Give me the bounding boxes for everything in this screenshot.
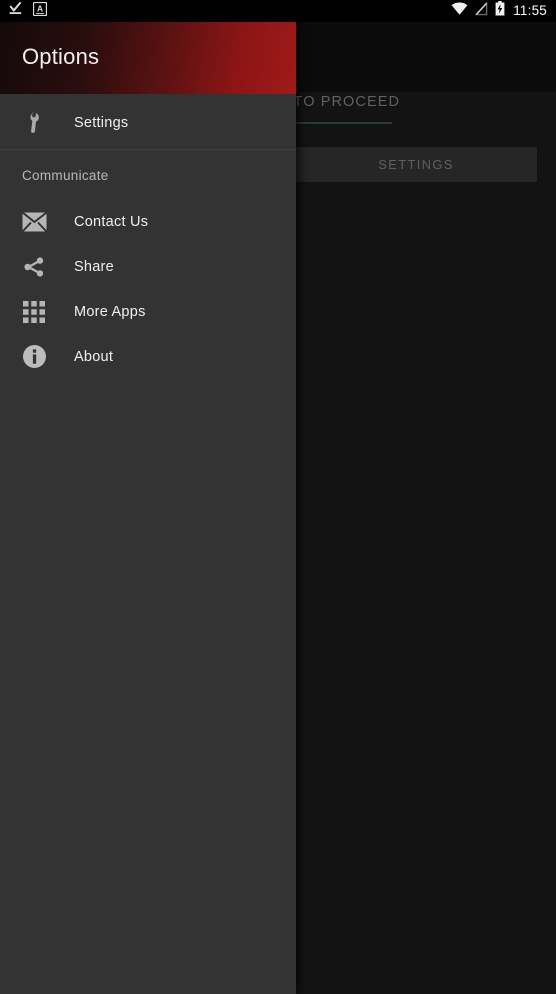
drawer-divider (0, 149, 296, 150)
drawer-item-label: More Apps (74, 303, 146, 320)
battery-charging-icon (495, 1, 505, 21)
drawer-item-label: Share (74, 258, 114, 275)
no-sim-signal-icon (474, 0, 488, 21)
drawer-scrim-overlay[interactable] (296, 0, 556, 994)
grid-apps-icon (20, 298, 48, 326)
envelope-icon (20, 208, 48, 236)
status-bar-right-icons (451, 0, 505, 22)
drawer-item-about[interactable]: About (0, 334, 296, 379)
drawer-item-label: Settings (74, 114, 129, 131)
drawer-item-label: Contact Us (74, 213, 149, 230)
status-bar-clock: 11:55 (513, 3, 547, 18)
status-bar: A 11:55 (0, 0, 556, 22)
svg-text:A: A (37, 3, 43, 13)
status-bar-left-icons: A (8, 0, 48, 22)
navigation-drawer: Options Settings Communicate Contact Us … (0, 0, 296, 994)
drawer-item-contact-us[interactable]: Contact Us (0, 199, 296, 244)
drawer-item-share[interactable]: Share (0, 244, 296, 289)
drawer-title: Options (22, 44, 100, 69)
drawer-item-settings[interactable]: Settings (0, 100, 296, 145)
drawer-section-header: Communicate (22, 168, 109, 183)
download-complete-icon (8, 1, 23, 21)
share-icon (20, 253, 48, 281)
keyboard-input-icon: A (32, 1, 48, 21)
info-circle-icon (20, 343, 48, 371)
drawer-item-label: About (74, 348, 114, 365)
phone-screen: ENTER TO PROCEED SETTINGS Options Settin… (0, 0, 556, 994)
wrench-icon (20, 109, 48, 137)
wifi-icon (451, 2, 468, 21)
drawer-item-more-apps[interactable]: More Apps (0, 289, 296, 334)
